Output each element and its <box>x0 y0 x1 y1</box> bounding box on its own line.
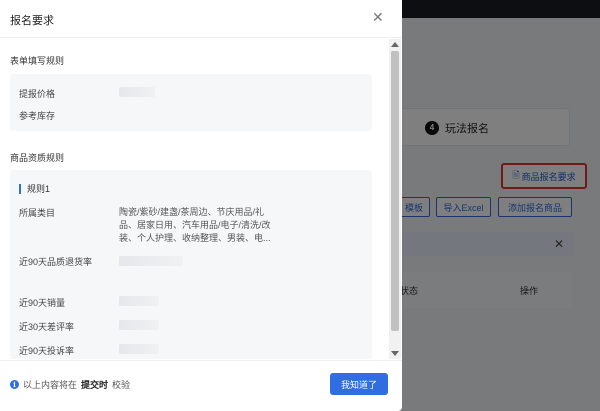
form-rules-box: 提报价格 参考库存 <box>10 74 372 131</box>
redacted-value <box>119 296 159 306</box>
redacted-value <box>119 256 183 266</box>
scroll-thumb[interactable] <box>391 51 399 331</box>
rule-row-label: 参考库存 <box>19 111 56 121</box>
redacted-value <box>119 320 159 330</box>
qualification-rules-box: 规则1 所属类目 陶瓷/紫砂/建盏/茶周边、节庆用品/礼品、居家日用、汽车用品/… <box>10 170 372 359</box>
acknowledge-button[interactable]: 我知道了 <box>330 373 388 395</box>
metric-label: 近90天销量 <box>19 298 66 308</box>
requirements-modal: 报名要求 ✕ 表单填写规则 提报价格 参考库存 商品资质规则 规则1 所属类目 … <box>0 0 402 411</box>
metric-label: 近90天投诉率 <box>19 346 75 356</box>
info-icon: i <box>10 380 19 389</box>
rule-name: 规则1 <box>27 184 51 194</box>
rule-heading: 规则1 <box>19 182 50 195</box>
metric-label: 近90天品质退货率 <box>19 257 93 267</box>
rule-row-label: 提报价格 <box>19 89 56 99</box>
redacted-value <box>119 344 159 354</box>
metric-label: 近30天差评率 <box>19 322 75 332</box>
modal-header: 报名要求 ✕ <box>0 0 402 38</box>
form-rules-title: 表单填写规则 <box>10 56 65 66</box>
validation-note: i 以上内容将在 提交时 校验 <box>10 378 130 391</box>
modal-body: 表单填写规则 提报价格 参考库存 商品资质规则 规则1 所属类目 陶瓷/紫砂/建… <box>0 39 402 359</box>
modal-title: 报名要求 <box>10 15 54 27</box>
scroll-down-icon[interactable] <box>391 351 399 356</box>
close-icon[interactable]: ✕ <box>372 10 384 24</box>
note-prefix: 以上内容将在 <box>23 380 78 390</box>
qualification-rules-title: 商品资质规则 <box>10 153 65 163</box>
modal-scrollbar[interactable] <box>389 39 401 359</box>
redacted-value <box>119 87 155 97</box>
scroll-up-icon[interactable] <box>391 42 399 47</box>
modal-footer: i 以上内容将在 提交时 校验 我知道了 <box>0 360 402 411</box>
note-suffix: 校验 <box>112 380 131 390</box>
note-bold: 提交时 <box>81 380 109 390</box>
category-label: 所属类目 <box>19 208 56 218</box>
category-value: 陶瓷/紫砂/建盏/茶周边、节庆用品/礼品、居家日用、汽车用品/电子/清洗/改装、… <box>119 207 271 243</box>
rule-accent-bar <box>19 183 21 194</box>
